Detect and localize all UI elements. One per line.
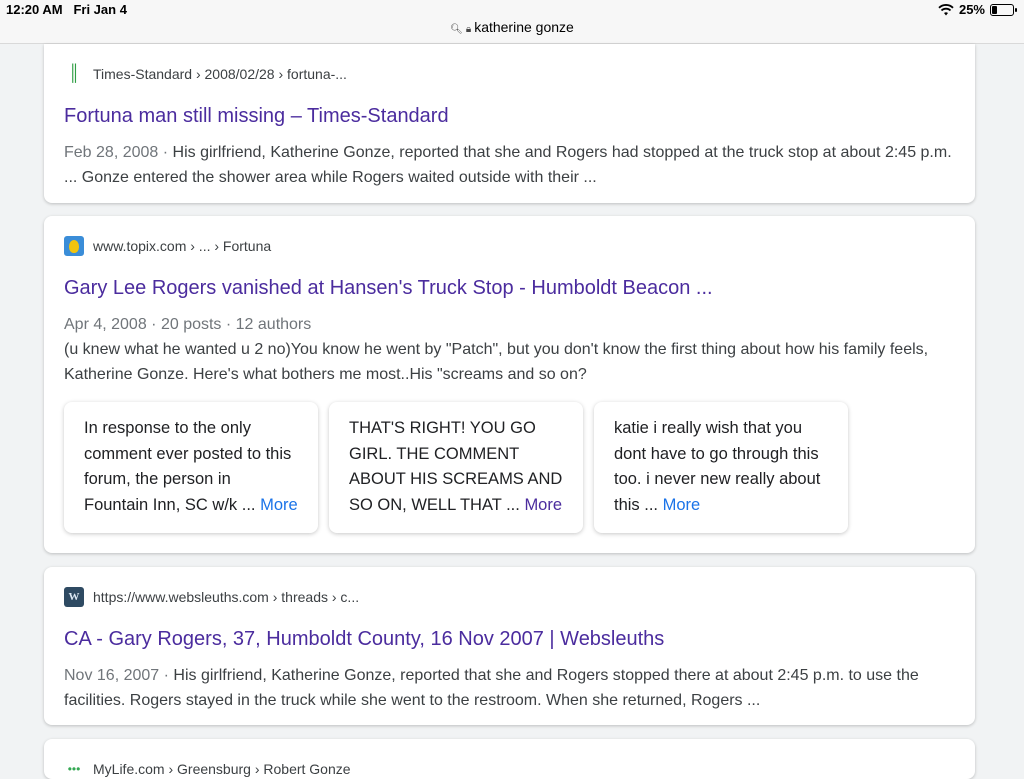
result-snippet: Apr 4, 2008 · 20 posts · 12 authors (u k… [64, 312, 959, 387]
status-clock: 12:20 AM [6, 2, 63, 17]
status-date: Fri Jan 4 [73, 2, 127, 17]
result-source[interactable]: ║ Times-Standard › 2008/02/28 › fortuna-… [64, 64, 347, 84]
topix-icon [64, 236, 84, 256]
result-title-link[interactable]: CA - Gary Rogers, 37, Humboldt County, 1… [64, 628, 664, 651]
result-date: Feb 28, 2008 [64, 144, 159, 161]
result-date: Nov 16, 2007 [64, 667, 160, 684]
forum-posts: In response to the only comment ever pos… [64, 402, 848, 533]
battery-icon [990, 3, 1017, 16]
post-text: katie i really wish that you dont have t… [614, 419, 821, 514]
result-snippet-text: His girlfriend, Katherine Gonze, reporte… [64, 144, 952, 186]
result-card: www.topix.com › ... › Fortuna Gary Lee R… [44, 216, 975, 553]
address-bar[interactable]: 🔍︎ 🔒︎ katherine gonze [0, 19, 1024, 35]
status-time: 12:20 AM Fri Jan 4 [6, 2, 127, 17]
websleuths-icon: W [64, 587, 84, 607]
more-link[interactable]: More [524, 496, 562, 514]
result-breadcrumb: https://www.websleuths.com › threads › c… [93, 589, 360, 605]
status-indicators: 25% [938, 2, 1017, 17]
address-text: katherine gonze [474, 19, 574, 35]
result-source[interactable]: ••• MyLife.com › Greensburg › Robert Gon… [64, 759, 351, 779]
battery-percent: 25% [958, 2, 985, 17]
mylife-icon: ••• [67, 762, 81, 776]
browser-top-bar: 12:20 AM Fri Jan 4 25% 🔍︎ 🔒︎ katherine gon… [0, 0, 1024, 44]
result-card: W https://www.websleuths.com › threads ›… [44, 567, 975, 725]
forum-post-card[interactable]: katie i really wish that you dont have t… [594, 402, 848, 533]
result-breadcrumb: MyLife.com › Greensburg › Robert Gonze [93, 761, 351, 777]
result-meta: Apr 4, 2008 · 20 posts · 12 authors [64, 316, 312, 333]
result-snippet: Nov 16, 2007 · His girlfriend, Katherine… [64, 667, 919, 709]
lock-icon: 🔒︎ [465, 24, 472, 35]
forum-post-card[interactable]: THAT'S RIGHT! YOU GO GIRL. THE COMMENT A… [329, 402, 583, 533]
result-title-link[interactable]: Gary Lee Rogers vanished at Hansen's Tru… [64, 277, 713, 300]
result-source[interactable]: W https://www.websleuths.com › threads ›… [64, 587, 359, 607]
more-link[interactable]: More [663, 496, 701, 514]
wifi-icon [938, 3, 954, 15]
search-icon: 🔍︎ [450, 24, 463, 35]
more-link[interactable]: More [260, 496, 298, 514]
result-snippet: Feb 28, 2008 · His girlfriend, Katherine… [64, 144, 952, 186]
result-snippet-text: (u knew what he wanted u 2 no)You know h… [64, 341, 929, 383]
result-breadcrumb: www.topix.com › ... › Fortuna [93, 238, 272, 254]
result-card: ║ Times-Standard › 2008/02/28 › fortuna-… [44, 44, 975, 203]
result-source[interactable]: www.topix.com › ... › Fortuna [64, 236, 271, 256]
result-snippet-text: His girlfriend, Katherine Gonze, reporte… [64, 667, 919, 709]
result-breadcrumb: Times-Standard › 2008/02/28 › fortuna-..… [93, 66, 347, 82]
result-title-link[interactable]: Fortuna man still missing – Times-Standa… [64, 105, 449, 128]
forum-post-card[interactable]: In response to the only comment ever pos… [64, 402, 318, 533]
result-card: ••• MyLife.com › Greensburg › Robert Gon… [44, 739, 975, 779]
times-standard-icon: ║ [68, 65, 80, 82]
